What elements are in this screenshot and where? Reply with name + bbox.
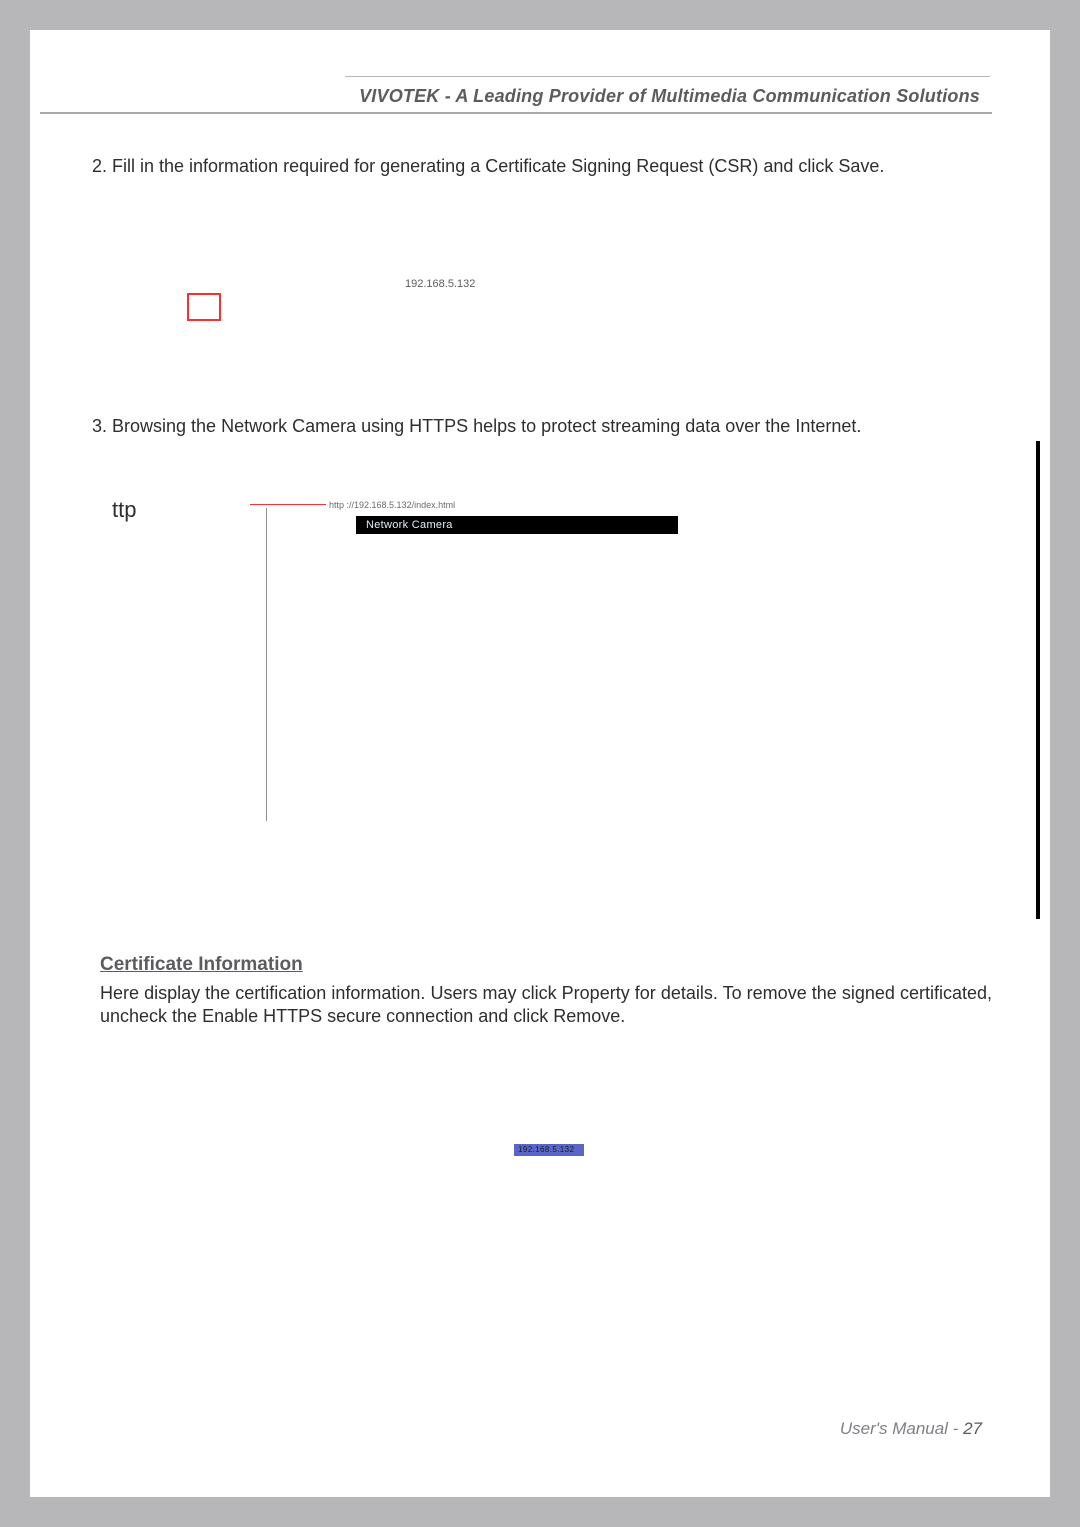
ip-highlight-badge: 192.168.5.132 xyxy=(514,1144,584,1156)
step-2-text: 2. Fill in the information required for … xyxy=(92,156,884,177)
header-rule-top xyxy=(345,76,990,77)
page-header-title: VIVOTEK - A Leading Provider of Multimed… xyxy=(30,86,980,107)
footer-page-number: 27 xyxy=(963,1419,982,1438)
highlight-box xyxy=(187,293,221,321)
header-rule-bottom xyxy=(40,112,992,114)
frame-right-border xyxy=(1036,441,1040,919)
camera-page-titlebar: Network Camera xyxy=(356,516,678,534)
frame-left-border xyxy=(266,508,267,821)
ip-address-label: 192.168.5.132 xyxy=(405,278,475,290)
manual-page: VIVOTEK - A Leading Provider of Multimed… xyxy=(30,30,1050,1497)
protocol-fragment-label: ttp xyxy=(112,497,136,523)
page-footer: User's Manual - 27 xyxy=(840,1419,982,1439)
browser-screenshot-frame: Network Camera xyxy=(266,508,906,821)
footer-label: User's Manual - xyxy=(840,1419,963,1438)
annotation-line xyxy=(250,504,326,505)
certificate-info-heading: Certificate Information xyxy=(100,954,303,976)
certificate-info-body: Here display the certification informati… xyxy=(100,982,992,1028)
step-3-text: 3. Browsing the Network Camera using HTT… xyxy=(92,416,861,437)
